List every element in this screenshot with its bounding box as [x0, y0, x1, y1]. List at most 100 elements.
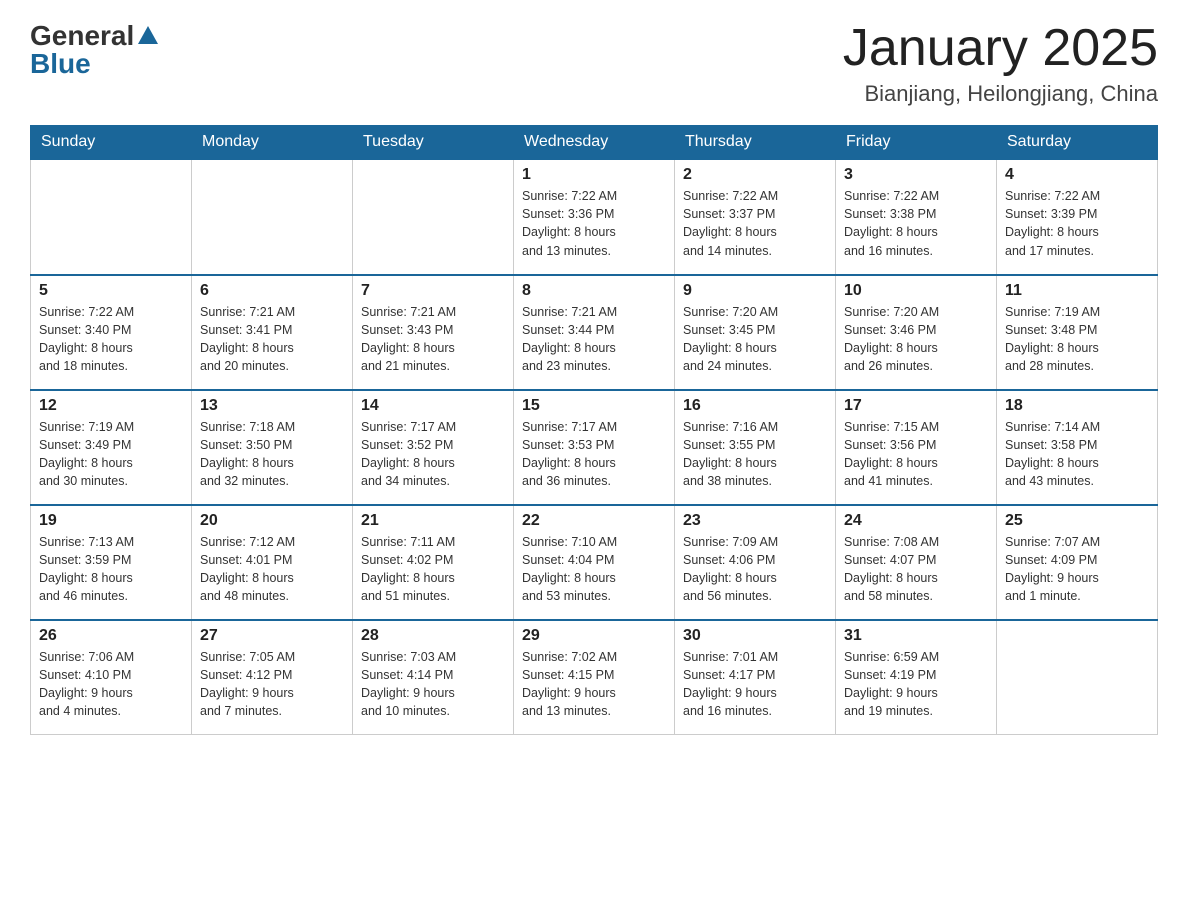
calendar-cell: 28 Sunrise: 7:03 AM Sunset: 4:14 PM Dayli…: [353, 620, 514, 735]
calendar-cell: 26 Sunrise: 7:06 AM Sunset: 4:10 PM Dayli…: [31, 620, 192, 735]
page-header: General Blue January 2025 Bianjiang, Hei…: [30, 20, 1158, 107]
day-info: Sunrise: 7:19 AM Sunset: 3:49 PM Dayligh…: [39, 418, 183, 491]
calendar-cell: 4 Sunrise: 7:22 AM Sunset: 3:39 PM Daylig…: [997, 160, 1158, 275]
location-title: Bianjiang, Heilongjiang, China: [843, 81, 1158, 107]
day-info: Sunrise: 7:07 AM Sunset: 4:09 PM Dayligh…: [1005, 533, 1149, 606]
day-info: Sunrise: 7:11 AM Sunset: 4:02 PM Dayligh…: [361, 533, 505, 606]
day-number: 19: [39, 512, 183, 530]
month-title: January 2025: [843, 20, 1158, 77]
calendar-cell: 7Sunrise: 7:21 AM Sunset: 3:43 PM Daylig…: [353, 275, 514, 390]
calendar-cell: 22Sunrise: 7:10 AM Sunset: 4:04 PM Dayli…: [514, 505, 675, 620]
day-number: 20: [200, 512, 344, 530]
day-info: Sunrise: 7:01 AM Sunset: 4:17 PM Dayligh…: [683, 648, 827, 721]
day-number: 15: [522, 397, 666, 415]
day-number: 28: [361, 627, 505, 645]
logo-blue-text: Blue: [30, 48, 91, 80]
day-info: Sunrise: 7:18 AM Sunset: 3:50 PM Dayligh…: [200, 418, 344, 491]
calendar-cell: 1 Sunrise: 7:22 AM Sunset: 3:36 PM Daylig…: [514, 160, 675, 275]
calendar-cell: 12 Sunrise: 7:19 AM Sunset: 3:49 PM Dayli…: [31, 390, 192, 505]
calendar-cell: 24 Sunrise: 7:08 AM Sunset: 4:07 PM Dayli…: [836, 505, 997, 620]
day-info: Sunrise: 7:14 AM Sunset: 3:58 PM Dayligh…: [1005, 418, 1149, 491]
day-number: 9: [683, 282, 827, 300]
day-number: 21: [361, 512, 505, 530]
header-cell-monday: Monday: [192, 125, 353, 160]
day-number: 11: [1005, 282, 1149, 300]
day-info: Sunrise: 7:22 AM Sunset: 3:36 PM Dayligh…: [522, 187, 666, 260]
day-info: Sunrise: 7:16 AM Sunset: 3:55 PM Dayligh…: [683, 418, 827, 491]
calendar-cell: 20 Sunrise: 7:12 AM Sunset: 4:01 PM Dayli…: [192, 505, 353, 620]
calendar-cell: [31, 160, 192, 275]
day-info: Sunrise: 7:22 AM Sunset: 3:37 PM Dayligh…: [683, 187, 827, 260]
day-number: 3: [844, 166, 988, 184]
header-cell-tuesday: Tuesday: [353, 125, 514, 160]
title-block: January 2025 Bianjiang, Heilongjiang, Ch…: [843, 20, 1158, 107]
day-info: Sunrise: 7:20 AM Sunset: 3:45 PM Dayligh…: [683, 303, 827, 376]
calendar-cell: 15 Sunrise: 7:17 AM Sunset: 3:53 PM Dayli…: [514, 390, 675, 505]
calendar-cell: 6Sunrise: 7:21 AM Sunset: 3:41 PM Daylig…: [192, 275, 353, 390]
day-number: 12: [39, 397, 183, 415]
day-info: Sunrise: 7:13 AM Sunset: 3:59 PM Dayligh…: [39, 533, 183, 606]
day-number: 8: [522, 282, 666, 300]
calendar-cell: 10 Sunrise: 7:20 AM Sunset: 3:46 PM Dayli…: [836, 275, 997, 390]
header-cell-friday: Friday: [836, 125, 997, 160]
calendar-cell: 23 Sunrise: 7:09 AM Sunset: 4:06 PM Dayli…: [675, 505, 836, 620]
day-number: 5: [39, 282, 183, 300]
day-info: Sunrise: 7:17 AM Sunset: 3:52 PM Dayligh…: [361, 418, 505, 491]
calendar-cell: 2 Sunrise: 7:22 AM Sunset: 3:37 PM Daylig…: [675, 160, 836, 275]
calendar-header: SundayMondayTuesdayWednesdayThursdayFrid…: [31, 125, 1158, 160]
calendar-cell: 29Sunrise: 7:02 AM Sunset: 4:15 PM Dayli…: [514, 620, 675, 735]
header-row: SundayMondayTuesdayWednesdayThursdayFrid…: [31, 125, 1158, 160]
day-number: 18: [1005, 397, 1149, 415]
day-number: 24: [844, 512, 988, 530]
week-row-3: 12 Sunrise: 7:19 AM Sunset: 3:49 PM Dayli…: [31, 390, 1158, 505]
calendar-cell: [353, 160, 514, 275]
day-info: Sunrise: 7:20 AM Sunset: 3:46 PM Dayligh…: [844, 303, 988, 376]
logo-triangle-icon: [138, 26, 158, 44]
calendar-cell: 14Sunrise: 7:17 AM Sunset: 3:52 PM Dayli…: [353, 390, 514, 505]
calendar-cell: [997, 620, 1158, 735]
header-cell-sunday: Sunday: [31, 125, 192, 160]
day-info: Sunrise: 7:05 AM Sunset: 4:12 PM Dayligh…: [200, 648, 344, 721]
calendar-cell: 25 Sunrise: 7:07 AM Sunset: 4:09 PM Dayli…: [997, 505, 1158, 620]
calendar-body: 1 Sunrise: 7:22 AM Sunset: 3:36 PM Daylig…: [31, 160, 1158, 735]
header-cell-saturday: Saturday: [997, 125, 1158, 160]
day-number: 27: [200, 627, 344, 645]
day-info: Sunrise: 7:08 AM Sunset: 4:07 PM Dayligh…: [844, 533, 988, 606]
day-number: 1: [522, 166, 666, 184]
calendar-cell: 5 Sunrise: 7:22 AM Sunset: 3:40 PM Daylig…: [31, 275, 192, 390]
calendar-cell: 17Sunrise: 7:15 AM Sunset: 3:56 PM Dayli…: [836, 390, 997, 505]
day-info: Sunrise: 7:12 AM Sunset: 4:01 PM Dayligh…: [200, 533, 344, 606]
day-number: 16: [683, 397, 827, 415]
calendar-table: SundayMondayTuesdayWednesdayThursdayFrid…: [30, 125, 1158, 735]
calendar-cell: 30Sunrise: 7:01 AM Sunset: 4:17 PM Dayli…: [675, 620, 836, 735]
day-number: 2: [683, 166, 827, 184]
calendar-cell: 13Sunrise: 7:18 AM Sunset: 3:50 PM Dayli…: [192, 390, 353, 505]
day-info: Sunrise: 7:22 AM Sunset: 3:39 PM Dayligh…: [1005, 187, 1149, 260]
day-number: 29: [522, 627, 666, 645]
day-number: 31: [844, 627, 988, 645]
day-info: Sunrise: 7:09 AM Sunset: 4:06 PM Dayligh…: [683, 533, 827, 606]
calendar-cell: 11Sunrise: 7:19 AM Sunset: 3:48 PM Dayli…: [997, 275, 1158, 390]
header-cell-wednesday: Wednesday: [514, 125, 675, 160]
day-number: 23: [683, 512, 827, 530]
day-info: Sunrise: 7:21 AM Sunset: 3:44 PM Dayligh…: [522, 303, 666, 376]
day-info: Sunrise: 7:22 AM Sunset: 3:40 PM Dayligh…: [39, 303, 183, 376]
calendar-cell: 16 Sunrise: 7:16 AM Sunset: 3:55 PM Dayli…: [675, 390, 836, 505]
day-info: Sunrise: 7:17 AM Sunset: 3:53 PM Dayligh…: [522, 418, 666, 491]
calendar-cell: 19 Sunrise: 7:13 AM Sunset: 3:59 PM Dayli…: [31, 505, 192, 620]
day-info: Sunrise: 7:03 AM Sunset: 4:14 PM Dayligh…: [361, 648, 505, 721]
day-info: Sunrise: 6:59 AM Sunset: 4:19 PM Dayligh…: [844, 648, 988, 721]
day-info: Sunrise: 7:22 AM Sunset: 3:38 PM Dayligh…: [844, 187, 988, 260]
day-number: 17: [844, 397, 988, 415]
day-number: 25: [1005, 512, 1149, 530]
calendar-cell: 3 Sunrise: 7:22 AM Sunset: 3:38 PM Daylig…: [836, 160, 997, 275]
day-info: Sunrise: 7:06 AM Sunset: 4:10 PM Dayligh…: [39, 648, 183, 721]
day-number: 7: [361, 282, 505, 300]
calendar-cell: 8 Sunrise: 7:21 AM Sunset: 3:44 PM Daylig…: [514, 275, 675, 390]
calendar-cell: 21 Sunrise: 7:11 AM Sunset: 4:02 PM Dayli…: [353, 505, 514, 620]
week-row-1: 1 Sunrise: 7:22 AM Sunset: 3:36 PM Daylig…: [31, 160, 1158, 275]
day-number: 22: [522, 512, 666, 530]
day-number: 10: [844, 282, 988, 300]
day-number: 26: [39, 627, 183, 645]
day-number: 4: [1005, 166, 1149, 184]
